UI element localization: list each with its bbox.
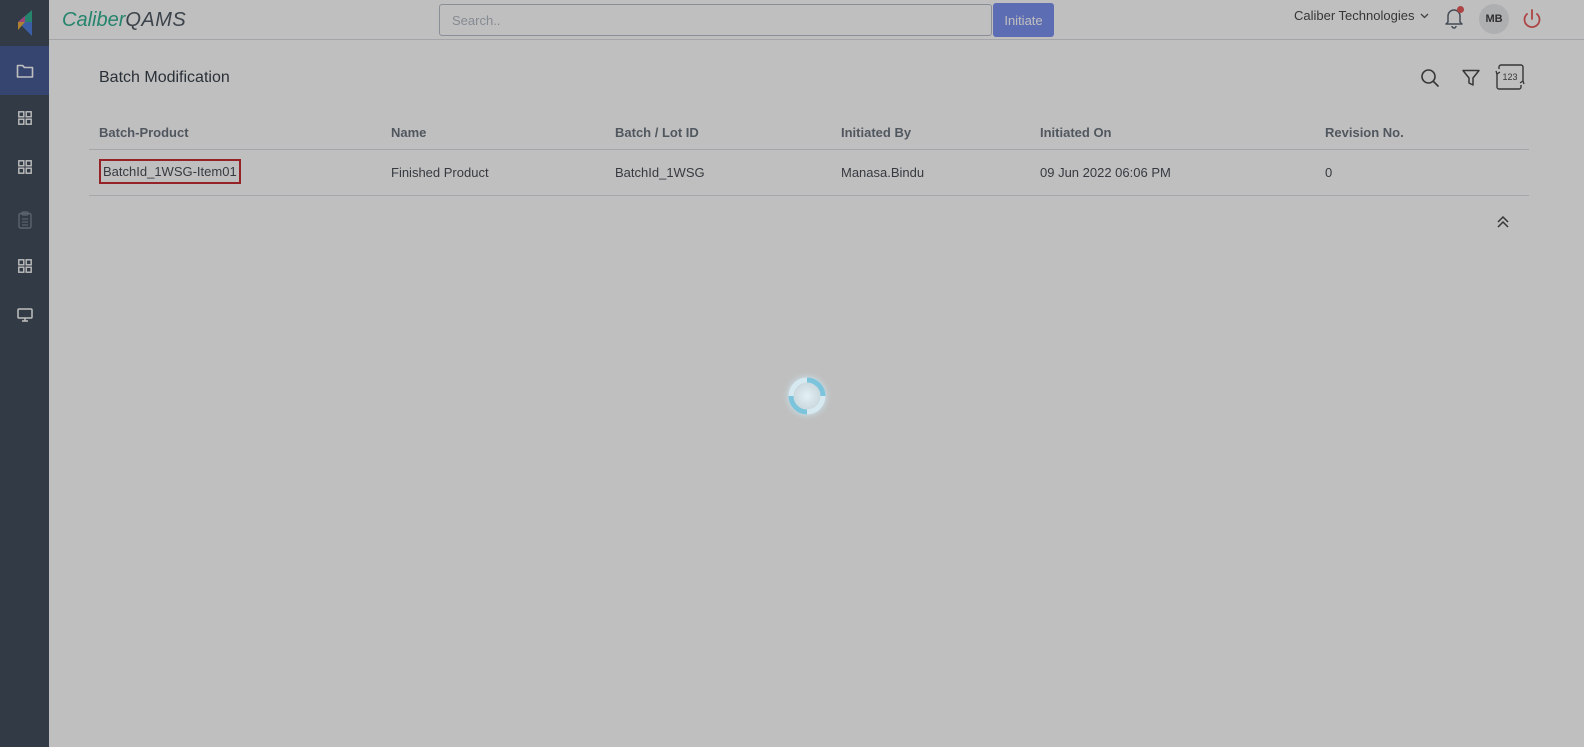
cell-name: Finished Product — [391, 165, 489, 180]
sidebar-item-dashboard-3[interactable] — [0, 241, 49, 290]
column-header-name[interactable]: Name — [391, 125, 426, 140]
loading-spinner-icon — [781, 370, 833, 422]
company-name: Caliber Technologies — [1294, 8, 1415, 23]
column-header-initiated-by[interactable]: Initiated By — [841, 125, 911, 140]
table-row[interactable]: BatchId_1WSG-Item01 Finished Product Bat… — [89, 150, 1529, 196]
user-avatar[interactable]: MB — [1479, 4, 1509, 34]
power-icon[interactable] — [1521, 8, 1543, 30]
table-header-row: Batch-Product Name Batch / Lot ID Initia… — [89, 112, 1529, 150]
sidebar-item-dashboard-1[interactable] — [0, 93, 49, 142]
filter-icon[interactable] — [1461, 68, 1481, 88]
sidebar-item-clipboard[interactable] — [0, 195, 49, 244]
brand-logo[interactable]: CaliberQAMS — [62, 8, 186, 32]
search-icon[interactable] — [1420, 68, 1440, 88]
batch-product-link[interactable]: BatchId_1WSG-Item01 — [99, 159, 241, 184]
cell-initiated-by: Manasa.Bindu — [841, 165, 925, 180]
clipboard-icon — [17, 210, 32, 229]
grid-icon — [17, 258, 32, 273]
sidebar-item-dashboard-2[interactable] — [0, 142, 49, 191]
sidebar — [0, 0, 49, 747]
sidebar-item-folder[interactable] — [0, 46, 49, 95]
logo-icon — [17, 10, 32, 36]
top-header: CaliberQAMS Initiate Caliber Technologie… — [49, 0, 1584, 40]
batch-table: Batch-Product Name Batch / Lot ID Initia… — [89, 112, 1529, 196]
brand-name-part1: Caliber — [62, 9, 126, 31]
cell-revision-no: 0 — [1325, 165, 1333, 180]
column-header-batch-product[interactable]: Batch-Product — [99, 125, 189, 140]
monitor-icon — [16, 307, 33, 322]
cell-initiated-on: 09 Jun 2022 06:06 PM — [1040, 165, 1171, 180]
brand-name-part2: QAMS — [125, 9, 187, 31]
number-toggle-label: 123 — [1502, 72, 1517, 82]
page-title: Batch Modification — [99, 69, 230, 86]
number-toggle-icon[interactable]: 123 — [1495, 63, 1525, 91]
grid-icon — [17, 110, 32, 125]
company-dropdown[interactable]: Caliber Technologies — [1294, 8, 1429, 23]
cell-batch-lot-id: BatchId_1WSG — [615, 165, 705, 180]
column-header-revision-no[interactable]: Revision No. — [1325, 125, 1404, 140]
column-header-batch-lot-id[interactable]: Batch / Lot ID — [615, 125, 699, 140]
initiate-button[interactable]: Initiate — [993, 3, 1054, 37]
notification-dot — [1457, 6, 1464, 13]
sidebar-item-monitor[interactable] — [0, 290, 49, 339]
column-header-initiated-on[interactable]: Initiated On — [1040, 125, 1112, 140]
grid-icon — [17, 159, 32, 174]
search-input[interactable] — [439, 4, 992, 36]
collapse-up-icon[interactable] — [1496, 214, 1510, 230]
app-logo[interactable] — [0, 0, 49, 46]
folder-icon — [16, 64, 33, 78]
chevron-down-icon — [1420, 13, 1429, 18]
